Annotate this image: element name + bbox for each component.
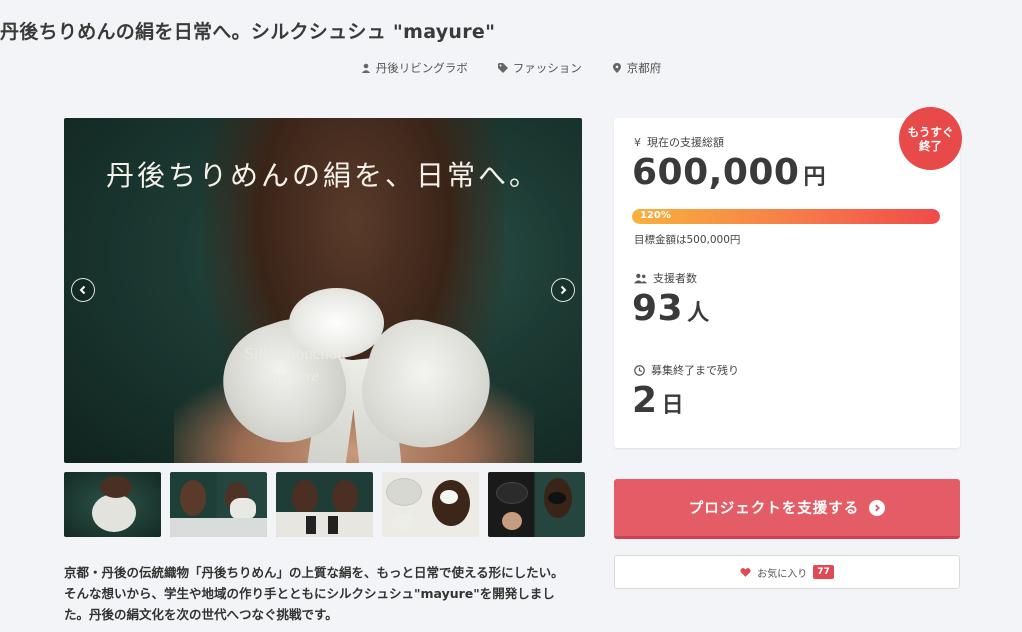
next-slide-button[interactable] [551,278,575,302]
project-summary: 京都・丹後の伝統織物「丹後ちりめん」の上質な絹を、もっと日常で使える形にしたい。… [64,562,584,625]
thumbnail-5[interactable] [488,472,585,537]
summary-line: た。丹後の絹文化を次の世代へつなぐ挑戦です。 [64,607,338,622]
progress-percent: 120% [640,210,671,221]
amount-unit: 円 [803,165,826,190]
yen-icon: ¥ [634,135,641,149]
prev-slide-button[interactable] [71,278,95,302]
favorite-count-badge: 77 [813,565,834,579]
chevron-left-icon [79,285,86,295]
progress-fill: 120% [632,209,940,224]
thumbnail-1[interactable] [64,472,161,537]
supporters-label: 支援者数 [653,272,697,285]
hero-image: 丹後ちりめんの絹を、日常へ。 Silk Chouchou mayure [64,118,582,463]
owner-link[interactable]: 丹後リビングラボ [361,60,468,76]
badge-line: もうすぐ [907,124,954,139]
support-project-button[interactable]: プロジェクトを支援する [614,479,960,539]
favorite-button[interactable]: お気に入り 77 [614,555,960,589]
remaining-unit: 日 [661,393,684,418]
people-icon [634,273,647,283]
category-link[interactable]: ファッション [497,60,582,76]
supporters-unit: 人 [687,301,710,326]
support-button-label: プロジェクトを支援する [688,501,860,517]
remaining-label-row: 募集終了まで残り [634,362,739,378]
amount-value: 600,000 [632,152,800,193]
hero-headline: 丹後ちりめんの絹を、日常へ。 [105,159,540,192]
hero-subtitle: Silk Chouchou [244,344,346,363]
supporters-value: 93 [632,288,684,329]
tag-icon [497,63,508,73]
page-title: 丹後ちりめんの絹を日常へ。シルクシュシュ "mayure" [0,21,496,43]
remaining-value-row: 2日 [632,380,684,421]
remaining-value: 2 [632,380,658,421]
badge-line: 終了 [919,138,942,153]
funding-progress-bar: 120% [632,209,940,224]
thumbnail-3[interactable] [276,472,373,537]
amount-label: 現在の支援総額 [647,136,724,149]
thumbnail-strip [64,472,585,537]
location-name: 京都府 [626,61,662,75]
ending-soon-badge: もうすぐ 終了 [899,107,962,170]
amount-value-row: 600,000 円 [632,152,825,193]
summary-line: そんな想いから、学生や地域の作り手とともにシルクシュシュ"mayure"を開発し… [64,586,555,601]
supporters-value-row: 93 人 [632,288,709,329]
heart-icon [740,567,751,577]
person-icon [361,63,370,73]
remaining-label: 募集終了まで残り [651,364,739,377]
thumbnail-2[interactable] [170,472,267,537]
amount-label-row: ¥ 現在の支援総額 [634,134,724,150]
owner-name: 丹後リビングラボ [375,61,468,75]
goal-amount: 目標金額は500,000円 [634,234,741,246]
summary-line: 京都・丹後の伝統織物「丹後ちりめん」の上質な絹を、もっと日常で使える形にしたい。 [64,565,564,580]
map-pin-icon [612,63,621,73]
funding-stats-card: ¥ 現在の支援総額 600,000 円 120% 目標金額は500,000円 支援… [614,118,960,448]
thumbnail-4[interactable] [382,472,479,537]
chevron-right-icon [560,285,567,295]
favorite-label: お気に入り [757,568,808,580]
clock-icon [634,364,645,376]
supporters-label-row: 支援者数 [634,270,697,286]
category-name: ファッション [512,61,582,75]
hero-brand: mayure [271,368,319,385]
arrow-circle-icon [869,499,886,516]
project-meta: 丹後リビングラボ ファッション 京都府 [0,60,1022,76]
location-link[interactable]: 京都府 [612,60,662,76]
